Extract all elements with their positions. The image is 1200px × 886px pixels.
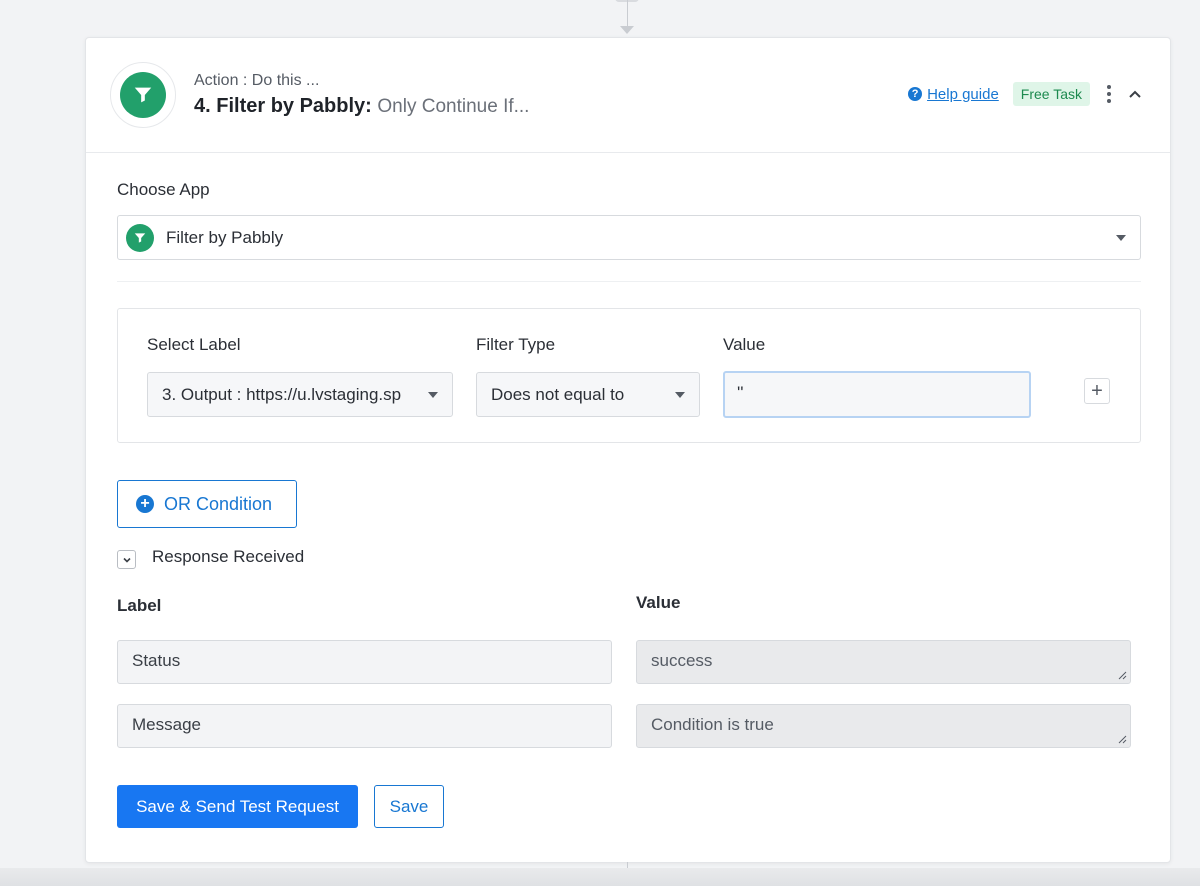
filter-type-dropdown[interactable]: Does not equal to [476, 372, 700, 417]
help-guide-link[interactable]: ? Help guide [908, 86, 999, 103]
choose-app-label: Choose App [117, 180, 210, 199]
plus-icon: + [1091, 379, 1103, 402]
chevron-down-icon [122, 557, 131, 563]
free-task-badge: Free Task [1012, 82, 1090, 106]
chevron-down-icon [1116, 235, 1126, 241]
response-received-title: Response Received [152, 547, 305, 566]
or-condition-button[interactable]: + OR Condition [117, 480, 297, 528]
chevron-down-icon [428, 392, 438, 398]
resize-grip-icon[interactable] [1117, 670, 1127, 680]
filter-funnel-icon [134, 232, 146, 243]
save-button[interactable]: Save [374, 785, 444, 828]
kebab-menu-icon[interactable] [1104, 85, 1114, 103]
filter-type-heading: Filter Type [476, 335, 556, 354]
response-label-status[interactable]: Status [117, 640, 612, 684]
response-value-status-text: success [651, 651, 713, 670]
choose-app-select[interactable]: Filter by Pabbly [117, 215, 1141, 260]
header-actions: ? Help guide Free Task [908, 82, 1142, 106]
question-circle-icon: ? [908, 87, 923, 101]
filter-funnel-icon [134, 87, 152, 103]
divider [117, 281, 1141, 282]
resize-grip-icon[interactable] [1117, 734, 1127, 744]
select-label-dropdown[interactable]: 3. Output : https://u.lvstaging.sp [147, 372, 453, 417]
plus-circle-icon: + [136, 495, 154, 513]
help-guide-label: Help guide [927, 85, 999, 103]
chevron-up-icon[interactable] [1128, 87, 1142, 101]
app-logo-small [126, 223, 154, 252]
response-value-heading: Value [636, 593, 681, 612]
action-card: Action : Do this ... 4. Filter by Pabbly… [85, 37, 1171, 863]
add-condition-button[interactable]: + [1084, 378, 1110, 404]
chevron-down-icon [675, 392, 685, 398]
or-condition-label: OR Condition [164, 493, 273, 514]
response-value-message[interactable]: Condition is true [636, 704, 1131, 748]
value-heading: Value [723, 335, 766, 354]
filter-condition-box: Select Label Filter Type Value 3. Output… [117, 308, 1141, 443]
save-send-test-button[interactable]: Save & Send Test Request [117, 785, 358, 828]
next-card-edge [0, 868, 1200, 886]
connector-arrow-icon [620, 26, 634, 34]
step-title[interactable]: 4. Filter by Pabbly: Only Continue If... [194, 95, 529, 118]
select-label-heading: Select Label [147, 335, 241, 354]
card-header: Action : Do this ... 4. Filter by Pabbly… [86, 38, 1170, 153]
select-label-value: 3. Output : https://u.lvstaging.sp [162, 384, 402, 404]
step-title-rest: Only Continue If... [377, 96, 530, 117]
filter-type-value: Does not equal to [491, 384, 625, 404]
response-label-message[interactable]: Message [117, 704, 612, 748]
response-toggle[interactable] [117, 550, 136, 569]
app-logo [110, 62, 176, 128]
response-value-status[interactable]: success [636, 640, 1131, 684]
choose-app-value: Filter by Pabbly [166, 227, 284, 247]
response-label-heading: Label [117, 596, 162, 615]
step-title-main: 4. Filter by Pabbly: [194, 95, 372, 117]
value-input[interactable]: '' [723, 371, 1031, 418]
response-value-message-text: Condition is true [651, 715, 774, 734]
step-subtitle: Action : Do this ... [194, 72, 320, 89]
